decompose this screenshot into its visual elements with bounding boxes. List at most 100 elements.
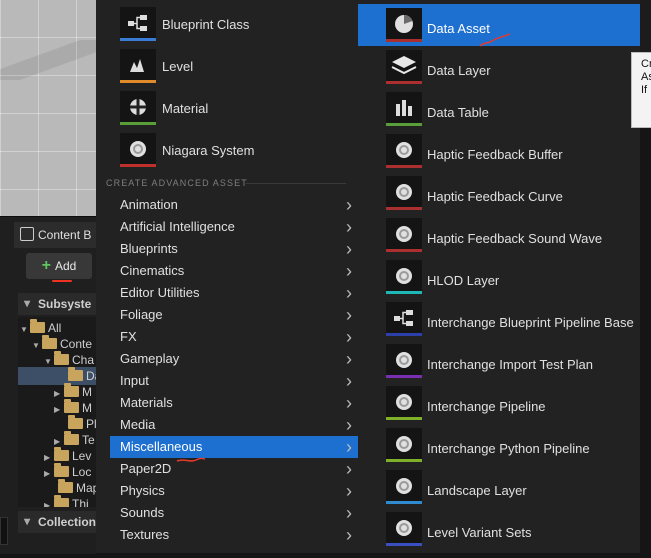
sphere-icon [386,134,422,165]
category-label: Foliage [120,307,163,322]
blueprint-icon [386,302,422,333]
subsystems-header[interactable]: Subsyste [18,293,96,315]
asset-item-label: Level Variant Sets [427,525,532,540]
chevron-right-icon: › [346,283,352,303]
plus-icon: + [41,257,51,274]
folder-label: Da [86,369,96,383]
folder-icon [54,351,69,365]
category-media[interactable]: Media › [110,414,358,436]
asset-type-color-bar [386,123,422,126]
level-viewport[interactable] [0,0,120,216]
window-edge [640,0,651,52]
category-paper2d[interactable]: Paper2D › [110,458,358,480]
sphere-thumbnail [386,134,422,168]
advanced-section-header: CREATE ADVANCED ASSET [106,178,248,188]
category-sounds[interactable]: Sounds › [110,502,358,524]
chevron-right-icon: › [346,415,352,435]
menu-item-level[interactable]: Level [120,44,350,86]
asset-item-interchange-python-pipeline[interactable]: Interchange Python Pipeline [358,424,640,466]
asset-item-interchange-pipeline[interactable]: Interchange Pipeline [358,382,640,424]
asset-item-data-table[interactable]: Data Table [358,88,640,130]
layers-icon [386,50,422,81]
category-materials[interactable]: Materials › [110,392,358,414]
sphere-thumbnail [386,470,422,504]
sphere-icon [386,470,422,501]
sphere-icon [386,344,422,375]
collections-label: Collection [38,515,97,529]
folder-tree-item[interactable]: ▶ Thi [18,495,96,507]
chevron-right-icon: › [346,371,352,391]
category-cinematics[interactable]: Cinematics › [110,260,358,282]
menu-item-blueprint-class[interactable]: Blueprint Class [120,2,350,44]
sphere-thumbnail [386,176,422,210]
folder-label: Loc [72,465,92,479]
sphere-thumbnail [386,344,422,378]
asset-type-color-bar [386,291,422,294]
category-gameplay[interactable]: Gameplay › [110,348,358,370]
folder-icon [54,495,69,507]
menu-item-niagara-system[interactable]: Niagara System [120,128,350,170]
sphere-icon [386,260,422,291]
chevron-right-icon: › [346,195,352,215]
category-label: Gameplay [120,351,180,366]
expand-right-icon[interactable]: ▶ [44,497,54,507]
asset-item-haptic-feedback-buffer[interactable]: Haptic Feedback Buffer [358,130,640,172]
folder-tree: ▼All▼Conte▼ChaDa▶M▶MPl▶Te▶Lev▶LocMap▶Thi [18,317,96,507]
asset-item-haptic-feedback-sound-wave[interactable]: Haptic Feedback Sound Wave [358,214,640,256]
category-physics[interactable]: Physics › [110,480,358,502]
category-input[interactable]: Input › [110,370,358,392]
content-browser-icon [20,227,34,241]
add-menu: Blueprint Class Level Material Niagara Syst… [96,0,359,553]
menu-item-label: Blueprint Class [162,17,250,32]
category-label: Materials [120,395,173,410]
miscellaneous-submenu: Data Asset Data Layer Data Table Haptic Fee… [358,0,640,553]
level-icon [120,49,156,80]
asset-item-data-layer[interactable]: Data Layer [358,46,640,88]
category-editor-utilities[interactable]: Editor Utilities › [110,282,358,304]
sphere-thumbnail [386,428,422,462]
menu-item-label: Level [162,59,194,74]
sphere-icon [386,428,422,459]
category-label: Editor Utilities [120,285,200,300]
sphere-icon [386,176,422,207]
level-thumbnail [120,49,156,83]
asset-item-landscape-layer[interactable]: Landscape Layer [358,466,640,508]
asset-item-interchange-blueprint-pipeline-base[interactable]: Interchange Blueprint Pipeline Base [358,298,640,340]
sphere-thumbnail [386,260,422,294]
category-textures[interactable]: Textures › [110,524,358,546]
chevron-right-icon: › [346,239,352,259]
category-foliage[interactable]: Foliage › [110,304,358,326]
category-fx[interactable]: FX › [110,326,358,348]
asset-item-haptic-feedback-curve[interactable]: Haptic Feedback Curve [358,172,640,214]
pie-chart-icon [386,8,422,39]
asset-item-hlod-layer[interactable]: HLOD Layer [358,256,640,298]
folder-icon [68,415,83,429]
add-button[interactable]: + Add [26,253,92,279]
category-blueprints[interactable]: Blueprints › [110,238,358,260]
asset-type-color-bar [386,501,422,504]
asset-type-color-bar [386,543,422,546]
category-miscellaneous[interactable]: Miscellaneous › [110,436,358,458]
annotation-mark [176,457,206,462]
folder-icon [64,383,79,397]
tooltip: Cr As If [631,52,651,128]
content-browser-tab[interactable]: Content B [14,222,96,248]
menu-item-material[interactable]: Material [120,86,350,128]
asset-item-interchange-import-test-plan[interactable]: Interchange Import Test Plan [358,340,640,382]
category-label: Blueprints [120,241,178,256]
folder-icon [54,463,69,477]
content-browser-tab-label: Content B [38,228,92,242]
sphere-thumbnail [386,218,422,252]
menu-item-label: Material [162,101,209,116]
asset-item-level-variant-sets[interactable]: Level Variant Sets [358,508,640,550]
category-artificial-intelligence[interactable]: Artificial Intelligence › [110,216,358,238]
chevron-right-icon: › [346,327,352,347]
folder-icon [64,431,79,445]
blueprint-thumbnail [386,302,422,336]
chevron-right-icon: › [346,261,352,281]
category-animation[interactable]: Animation › [110,194,358,216]
collections-header[interactable]: Collection [18,511,96,533]
category-label: Media [120,417,156,432]
asset-type-color-bar [386,375,422,378]
folder-icon [30,319,45,333]
